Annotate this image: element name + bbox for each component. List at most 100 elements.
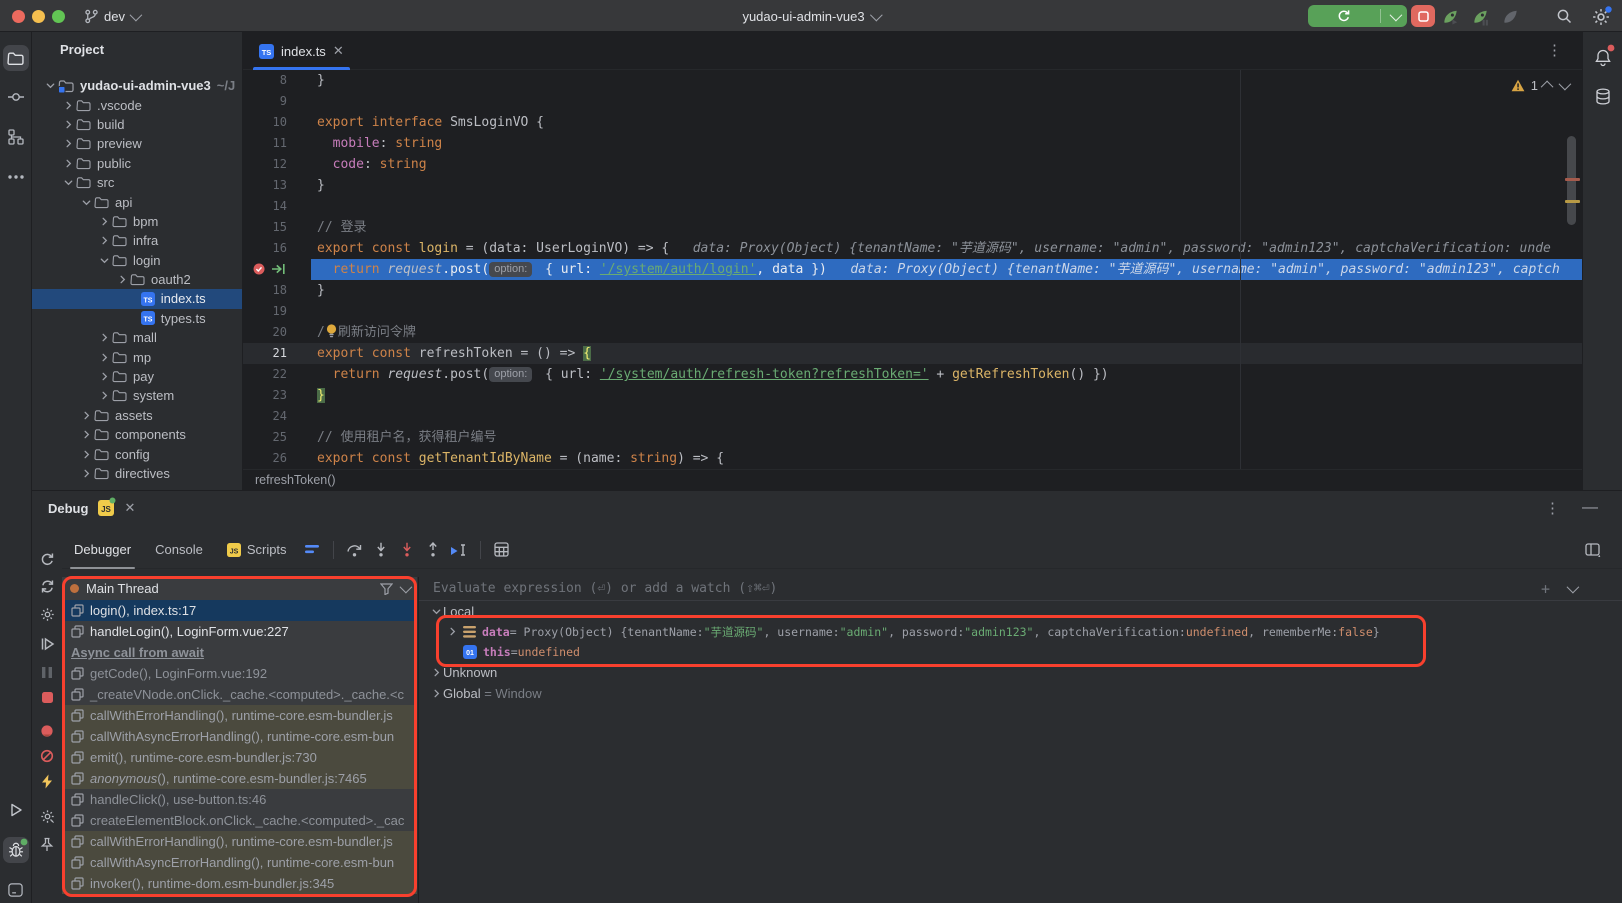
chevron-right-icon[interactable] xyxy=(78,429,94,440)
code-line-13[interactable]: 13} xyxy=(243,175,1582,196)
maximize-window-button[interactable] xyxy=(52,10,65,23)
code-line-16[interactable]: 16export const login = (data: UserLoginV… xyxy=(243,238,1582,259)
code-text[interactable]: return request.post(option: { url: '/sys… xyxy=(311,364,1582,385)
frame-row[interactable]: getCode(), LoginForm.vue:192 xyxy=(62,663,417,684)
tree-item-directives[interactable]: directives xyxy=(32,464,242,483)
code-text[interactable]: export const refreshToken = () => { xyxy=(311,343,1582,364)
frame-row[interactable]: anonymous(), runtime-core.esm-bundler.js… xyxy=(62,768,417,789)
inspections-widget[interactable]: 1 xyxy=(1511,78,1568,93)
chevron-right-icon[interactable] xyxy=(96,390,112,401)
tab-scripts[interactable]: JS Scripts xyxy=(215,531,299,569)
code-text[interactable]: } xyxy=(311,175,1582,196)
gutter-line-number[interactable]: 26 xyxy=(243,448,311,469)
chevron-down-icon[interactable] xyxy=(42,80,58,91)
tree-item-src[interactable]: src xyxy=(32,173,242,192)
resume-program-icon[interactable] xyxy=(34,573,60,599)
code-line-9[interactable]: 9 xyxy=(243,91,1582,112)
gutter-line-number[interactable]: 12 xyxy=(243,154,311,175)
structure-toolwindow-icon[interactable] xyxy=(3,124,29,150)
chevron-right-icon[interactable] xyxy=(96,371,112,382)
chevron-right-icon[interactable] xyxy=(96,235,112,246)
gutter-line-number[interactable]: 20 xyxy=(243,322,311,343)
gutter-line-number[interactable]: 9 xyxy=(243,91,311,112)
frame-row[interactable]: login(), index.ts:17 xyxy=(62,600,417,621)
tab-debugger[interactable]: Debugger xyxy=(62,531,143,569)
code-text[interactable] xyxy=(311,196,1582,217)
gutter-line-number[interactable]: 25 xyxy=(243,427,311,448)
view-breakpoints-icon[interactable] xyxy=(34,718,60,744)
tree-item-components[interactable]: components xyxy=(32,425,242,444)
debug-panel-options-icon[interactable]: ⋮ xyxy=(1545,499,1560,517)
frame-row[interactable]: callWithAsyncErrorHandling(), runtime-co… xyxy=(62,852,417,873)
tree-item-api[interactable]: api xyxy=(32,192,242,211)
warning-stripe-mark[interactable] xyxy=(1565,200,1580,203)
tree-item-bpm[interactable]: bpm xyxy=(32,212,242,231)
code-line-19[interactable]: 19 xyxy=(243,301,1582,322)
run-with-profiler-icon[interactable] xyxy=(1441,7,1460,26)
tree-item-index-ts[interactable]: TSindex.ts xyxy=(32,289,242,308)
tab-index-ts[interactable]: TS index.ts ✕ xyxy=(249,32,354,70)
code-line-20[interactable]: 20/刷新访问令牌 xyxy=(243,322,1582,343)
code-text[interactable]: } xyxy=(311,280,1582,301)
breakpoint-icon[interactable] xyxy=(253,263,265,275)
tree-item-mp[interactable]: mp xyxy=(32,347,242,366)
code-text[interactable]: return request.post(option: { url: '/sys… xyxy=(311,259,1582,280)
gutter-line-number[interactable]: 10 xyxy=(243,112,311,133)
more-toolwindows-icon[interactable] xyxy=(3,164,29,190)
chevron-right-icon[interactable] xyxy=(60,100,76,111)
code-line-23[interactable]: 23} xyxy=(243,385,1582,406)
exception-breakpoints-icon[interactable] xyxy=(34,768,60,794)
chevron-right-icon[interactable] xyxy=(96,352,112,363)
error-stripe-mark[interactable] xyxy=(1565,178,1580,181)
frame-row[interactable]: handleLogin(), LoginForm.vue:227 xyxy=(62,621,417,642)
code-line-24[interactable]: 24 xyxy=(243,406,1582,427)
code-text[interactable] xyxy=(311,406,1582,427)
step-out-icon[interactable] xyxy=(420,537,446,563)
frame-row[interactable]: createElementBlock.onClick._cache.<compu… xyxy=(62,810,417,831)
profiler-pause-icon[interactable] xyxy=(1471,7,1490,26)
chevron-right-icon[interactable] xyxy=(60,158,76,169)
close-window-button[interactable] xyxy=(12,10,25,23)
gutter-line-number[interactable]: 16 xyxy=(243,238,311,259)
chevron-right-icon[interactable] xyxy=(114,274,130,285)
show-execution-point-icon[interactable] xyxy=(34,631,60,657)
chevron-right-icon[interactable] xyxy=(78,410,94,421)
gutter-line-number[interactable]: 19 xyxy=(243,301,311,322)
debugger-settings-icon[interactable] xyxy=(34,601,60,627)
code-line-26[interactable]: 26export const getTenantIdByName = (name… xyxy=(243,448,1582,469)
tree-item-login[interactable]: login xyxy=(32,251,242,270)
thread-selector[interactable]: Main Thread xyxy=(62,577,417,600)
scope-unknown[interactable]: Unknown xyxy=(419,663,1622,684)
chevron-right-icon[interactable] xyxy=(60,138,76,149)
tree-item-pay[interactable]: pay xyxy=(32,367,242,386)
window-controls[interactable] xyxy=(12,10,65,23)
git-branch-widget[interactable]: dev xyxy=(78,4,145,28)
code-line-21[interactable]: 21export const refreshToken = () => { xyxy=(243,343,1582,364)
code-text[interactable]: /刷新访问令牌 xyxy=(311,322,1582,343)
debug-panel-header[interactable]: Debug JS ✕ ⋮ — xyxy=(32,491,1622,525)
code-line-17[interactable]: return request.post(option: { url: '/sys… xyxy=(243,259,1582,280)
rerun-icon[interactable] xyxy=(1308,5,1380,27)
code-text[interactable]: export interface SmsLoginVO { xyxy=(311,112,1582,133)
terminal-toolwindow-icon[interactable] xyxy=(3,877,29,903)
frame-row[interactable]: callWithAsyncErrorHandling(), runtime-co… xyxy=(62,726,417,747)
gutter-line-number[interactable]: 13 xyxy=(243,175,311,196)
gutter-breakpoint[interactable] xyxy=(243,259,311,280)
code-line-14[interactable]: 14 xyxy=(243,196,1582,217)
database-icon[interactable] xyxy=(1590,84,1616,110)
tree-item-public[interactable]: public xyxy=(32,154,242,173)
gutter-line-number[interactable]: 18 xyxy=(243,280,311,301)
tree-item-mall[interactable]: mall xyxy=(32,328,242,347)
code-text[interactable]: // 使用租户名，获得租户编号 xyxy=(311,427,1582,448)
tree-item-yudao-ui-admin-vue3[interactable]: yudao-ui-admin-vue3~/J xyxy=(32,76,242,95)
tree-item-build[interactable]: build xyxy=(32,115,242,134)
chevron-down-icon[interactable] xyxy=(1567,581,1580,594)
code-text[interactable]: code: string xyxy=(311,154,1582,175)
rerun-run-configuration-button[interactable] xyxy=(1308,5,1407,27)
debug-layout-settings-icon[interactable] xyxy=(34,803,60,829)
commit-toolwindow-icon[interactable] xyxy=(3,84,29,110)
hide-debug-panel-icon[interactable]: — xyxy=(1582,499,1598,517)
code-text[interactable]: } xyxy=(311,70,1582,91)
tree-item-infra[interactable]: infra xyxy=(32,231,242,250)
tree-item-system[interactable]: system xyxy=(32,386,242,405)
